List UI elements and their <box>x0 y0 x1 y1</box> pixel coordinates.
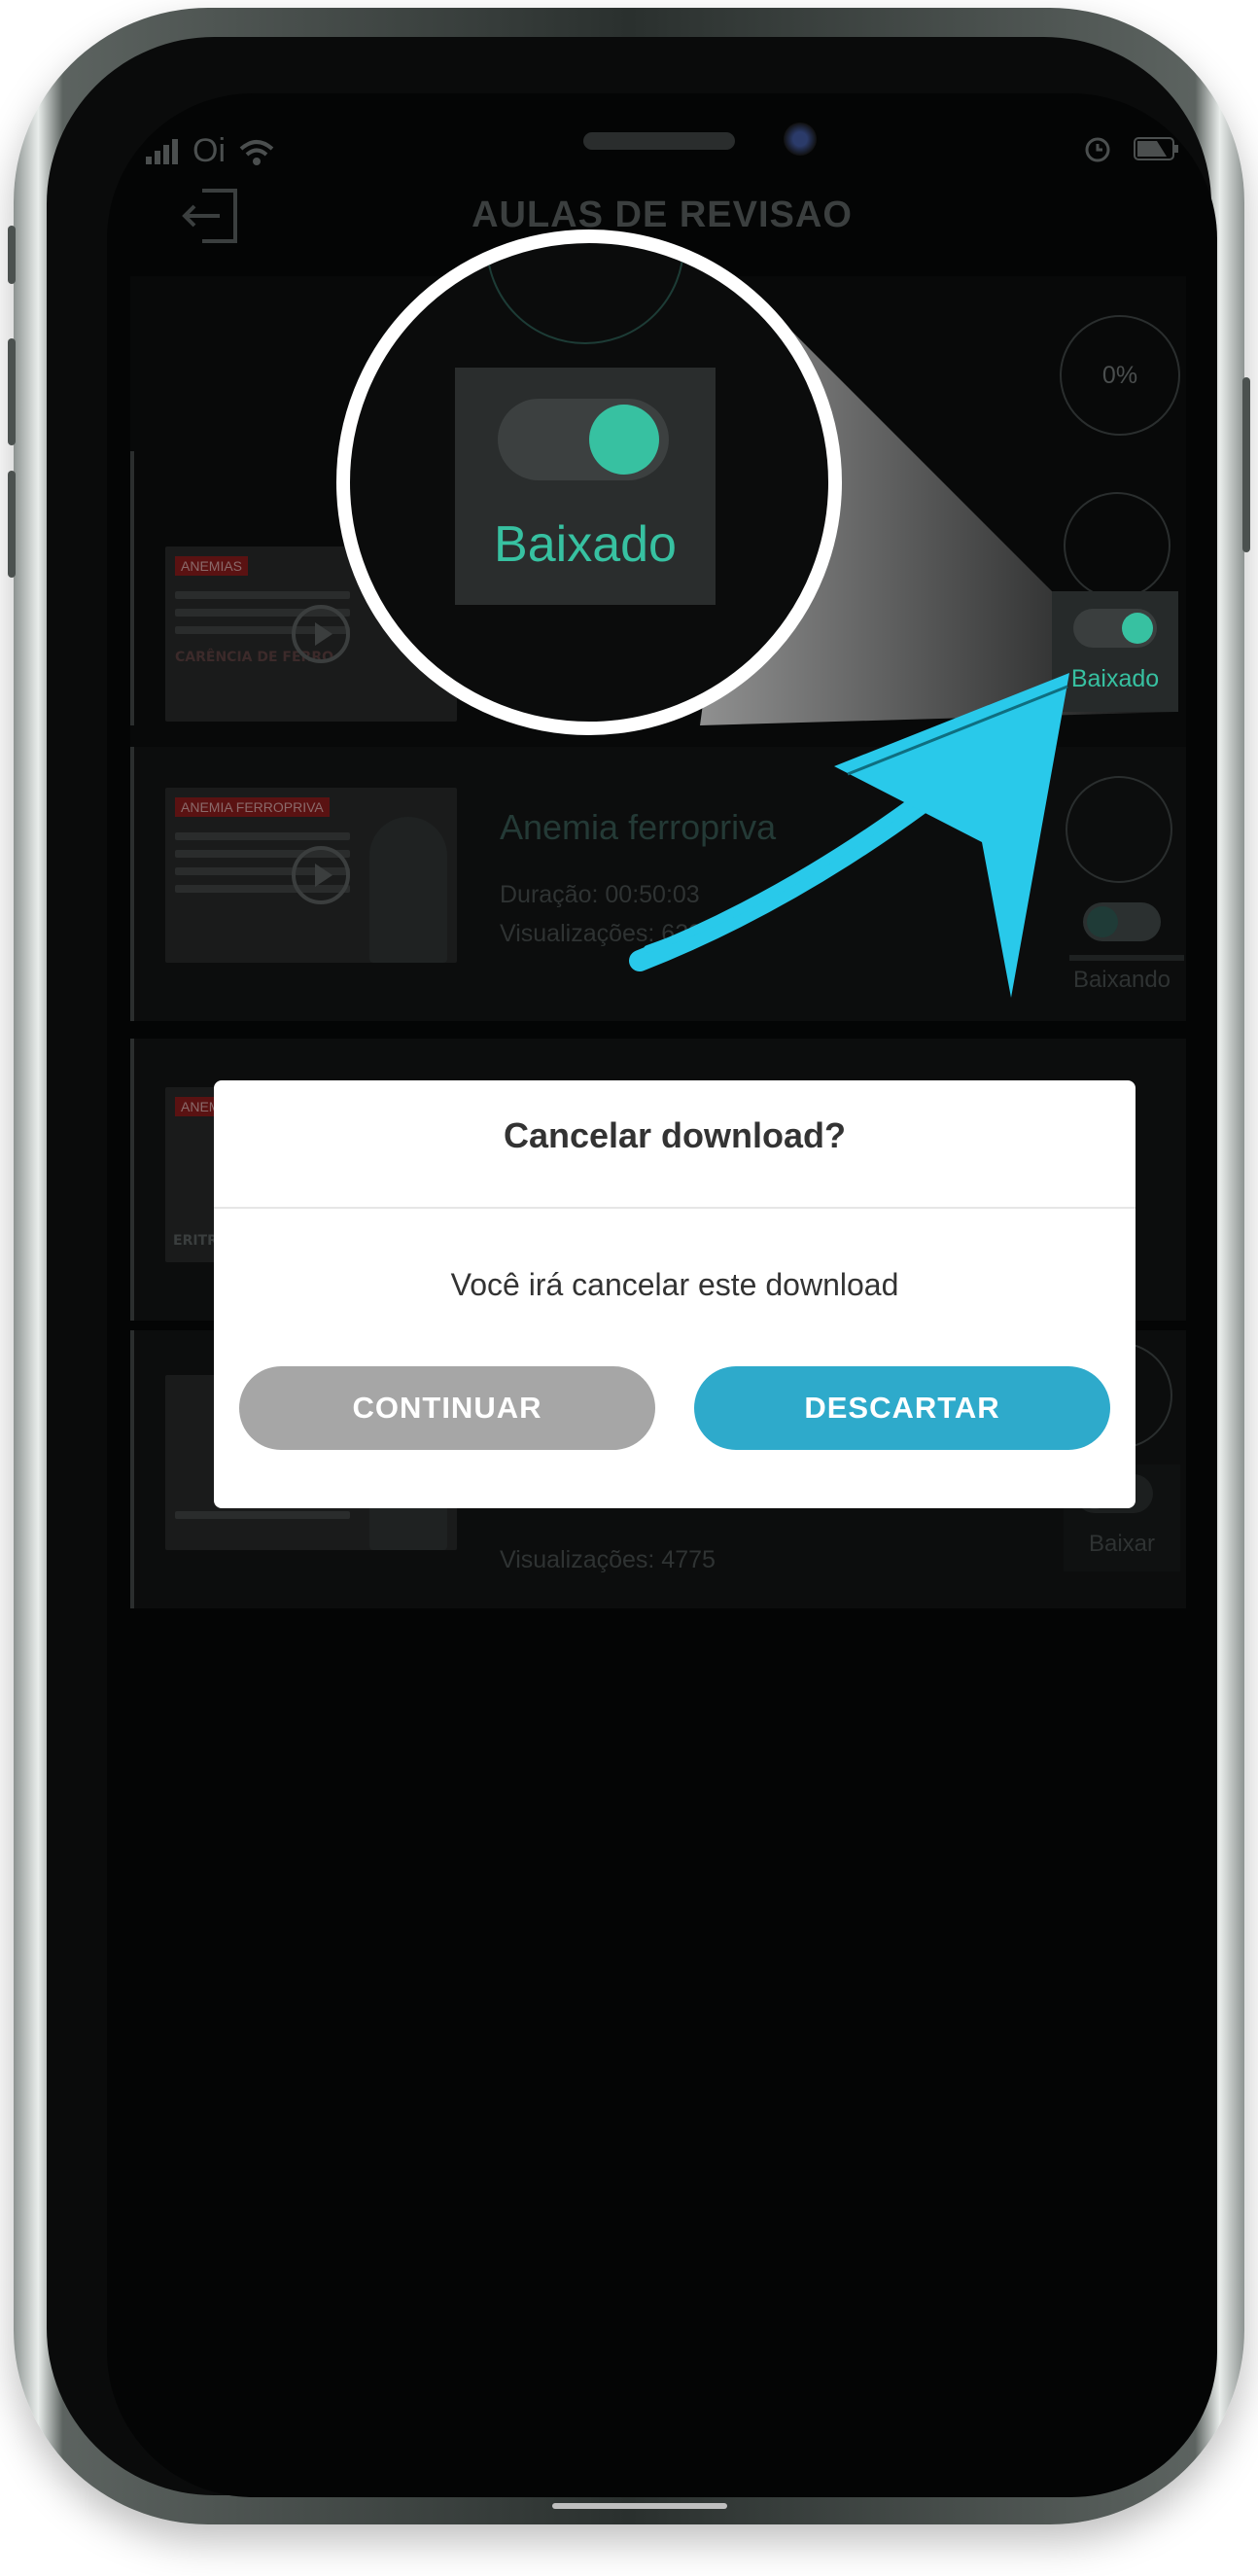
thumbnail-tag: ANEMIAS <box>175 556 249 576</box>
lesson-duration: Duração: 00:50:03 <box>500 881 700 908</box>
item-accent-bar <box>130 1330 134 1608</box>
download-progress-bar <box>1069 955 1184 961</box>
thumbnail-presenter <box>369 817 447 963</box>
battery-icon <box>1134 137 1178 160</box>
magnified-toggle <box>498 399 669 480</box>
progress-ring-empty <box>1064 492 1171 599</box>
lesson-thumbnail[interactable]: ANEMIA FERROPRIVA <box>165 788 457 963</box>
bezel: Oi AULAS DE REVISAO ANEMIAS CARÊNCIA DE … <box>47 37 1217 2497</box>
item-accent-bar <box>130 1039 134 1321</box>
signal-icon <box>146 138 178 164</box>
play-icon[interactable] <box>292 846 350 904</box>
alarm-icon <box>1085 137 1110 162</box>
downloaded-button[interactable]: Baixado <box>1052 591 1178 712</box>
cancel-download-dialog: Cancelar download? Você irá cancelar est… <box>214 1080 1136 1508</box>
thumbnail-lines <box>175 1511 350 1529</box>
dialog-title: Cancelar download? <box>503 1115 847 1155</box>
downloaded-toggle[interactable] <box>1073 609 1157 648</box>
wifi-icon <box>239 139 274 165</box>
earpiece-speaker <box>583 132 735 150</box>
progress-ring <box>1066 776 1172 883</box>
play-icon[interactable] <box>292 605 350 663</box>
home-indicator <box>552 2503 727 2509</box>
download-status-label: Baixar <box>1088 1531 1156 1557</box>
toggle-knob <box>589 405 659 475</box>
silent-switch <box>8 226 16 284</box>
magnifier-callout: Baixado <box>336 229 842 735</box>
screen: Oi AULAS DE REVISAO ANEMIAS CARÊNCIA DE … <box>107 93 1217 2497</box>
lesson-item[interactable]: ANEMIA FERROPRIVA Anemia ferropriva Dura… <box>130 747 1186 1021</box>
item-accent-bar <box>130 451 134 725</box>
lesson-views: Visualizações: 4775 <box>500 1546 716 1573</box>
lesson-views: Visualizações: 6233 <box>500 920 716 947</box>
lesson-title: Anemia ferropriva <box>500 807 777 847</box>
continue-button[interactable]: CONTINUAR <box>239 1366 655 1450</box>
download-status-label: Baixando <box>1072 967 1171 993</box>
toggle-knob <box>1087 906 1118 937</box>
status-right <box>1083 134 1178 163</box>
page-title: AULAS DE REVISAO <box>472 194 853 235</box>
volume-up-button <box>8 338 16 445</box>
thumbnail-tag: ANEMIA FERROPRIVA <box>175 797 330 817</box>
item-accent-bar <box>130 747 134 1021</box>
progress-ring: 0% <box>1060 315 1180 436</box>
magnified-panel: Baixado <box>455 368 716 605</box>
power-button <box>1242 377 1250 552</box>
front-camera <box>784 123 817 156</box>
phone-frame: Oi AULAS DE REVISAO ANEMIAS CARÊNCIA DE … <box>8 8 1250 2524</box>
magnified-ring <box>486 243 684 344</box>
toggle-knob <box>1122 613 1153 644</box>
dialog-divider <box>214 1207 1136 1209</box>
downloaded-label: Baixado <box>1070 665 1160 692</box>
download-toggle[interactable] <box>1083 902 1161 941</box>
carrier-name: Oi <box>192 132 226 169</box>
status-left: Oi <box>146 132 276 170</box>
dialog-message: Você irá cancelar este download <box>450 1267 899 1302</box>
discard-button[interactable]: DESCARTAR <box>694 1366 1110 1450</box>
magnified-label: Baixado <box>494 516 677 573</box>
volume-down-button <box>8 471 16 578</box>
